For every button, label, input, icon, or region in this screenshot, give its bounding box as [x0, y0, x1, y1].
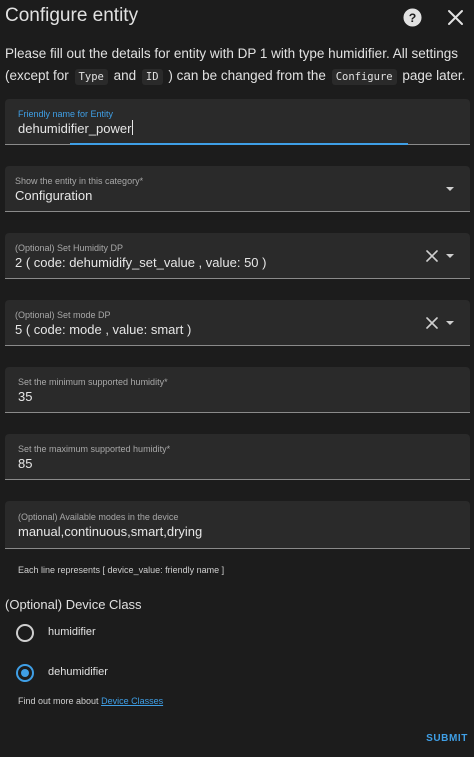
dialog-title: Configure entity [5, 5, 139, 26]
category-select[interactable]: Show the entity in this category* Config… [5, 166, 470, 212]
clear-icon[interactable] [426, 317, 438, 329]
radio-button[interactable] [16, 624, 34, 642]
modes-textarea[interactable]: (Optional) Available modes in the device… [5, 501, 470, 549]
radio-label[interactable]: humidifier [48, 626, 96, 638]
friendly-name-value: dehumidifier_power [18, 121, 132, 136]
svg-text:?: ? [409, 11, 417, 25]
radio-option-humidifier[interactable]: humidifier [16, 624, 216, 644]
clear-icon[interactable] [426, 250, 438, 262]
friendly-name-label: Friendly name for Entity [18, 109, 114, 119]
radio-option-dehumidifier[interactable]: dehumidifier [16, 664, 216, 684]
submit-button[interactable]: SUBMIT [426, 733, 468, 744]
dialog-header: Configure entity ? [0, 0, 474, 36]
chevron-down-icon[interactable] [446, 187, 454, 191]
humidity-dp-value: 2 ( code: dehumidify_set_value , value: … [15, 255, 267, 270]
help-icon[interactable]: ? [403, 8, 422, 27]
description-text-2: and [113, 68, 137, 83]
humidity-dp-label: (Optional) Set Humidity DP [15, 243, 124, 253]
code-id: ID [141, 69, 163, 85]
device-class-help-text: Find out more about [18, 696, 99, 706]
min-humidity-field[interactable]: Set the minimum supported humidity* 35 [5, 367, 470, 413]
mode-dp-value: 5 ( code: mode , value: smart ) [15, 322, 192, 337]
min-humidity-input[interactable]: 35 [18, 389, 32, 404]
min-humidity-label: Set the minimum supported humidity* [18, 377, 168, 387]
mode-dp-label: (Optional) Set mode DP [15, 310, 111, 320]
device-classes-link[interactable]: Device Classes [101, 696, 163, 706]
description-text-4: page later. [402, 68, 466, 83]
close-icon[interactable] [447, 9, 464, 26]
radio-label[interactable]: dehumidifier [48, 666, 108, 678]
mode-dp-select[interactable]: (Optional) Set mode DP 5 ( code: mode , … [5, 300, 470, 346]
max-humidity-input[interactable]: 85 [18, 456, 32, 471]
code-type: Type [74, 69, 108, 85]
category-value: Configuration [15, 188, 93, 203]
code-configure: Configure [331, 69, 397, 85]
device-class-help: Find out more about Device Classes [18, 696, 163, 706]
modes-value[interactable]: manual,continuous,smart,drying [18, 524, 202, 539]
max-humidity-field[interactable]: Set the maximum supported humidity* 85 [5, 434, 470, 480]
radio-button-selected[interactable] [16, 664, 34, 682]
description-text-3: ) can be changed from the [168, 68, 326, 83]
chevron-down-icon[interactable] [446, 254, 454, 258]
chevron-down-icon[interactable] [446, 321, 454, 325]
device-class-title: (Optional) Device Class [5, 597, 142, 612]
modes-helper-text: Each line represents [ device_value: fri… [18, 565, 225, 575]
humidity-dp-select[interactable]: (Optional) Set Humidity DP 2 ( code: deh… [5, 233, 470, 279]
dialog-description: Please fill out the details for entity w… [5, 43, 467, 88]
modes-label: (Optional) Available modes in the device [18, 512, 179, 522]
friendly-name-field[interactable]: Friendly name for Entity dehumidifier_po… [5, 99, 470, 145]
text-caret [132, 120, 134, 135]
max-humidity-label: Set the maximum supported humidity* [18, 444, 171, 454]
friendly-name-input[interactable]: dehumidifier_power [18, 120, 134, 136]
category-label: Show the entity in this category* [15, 176, 144, 186]
focus-underline [70, 143, 408, 145]
